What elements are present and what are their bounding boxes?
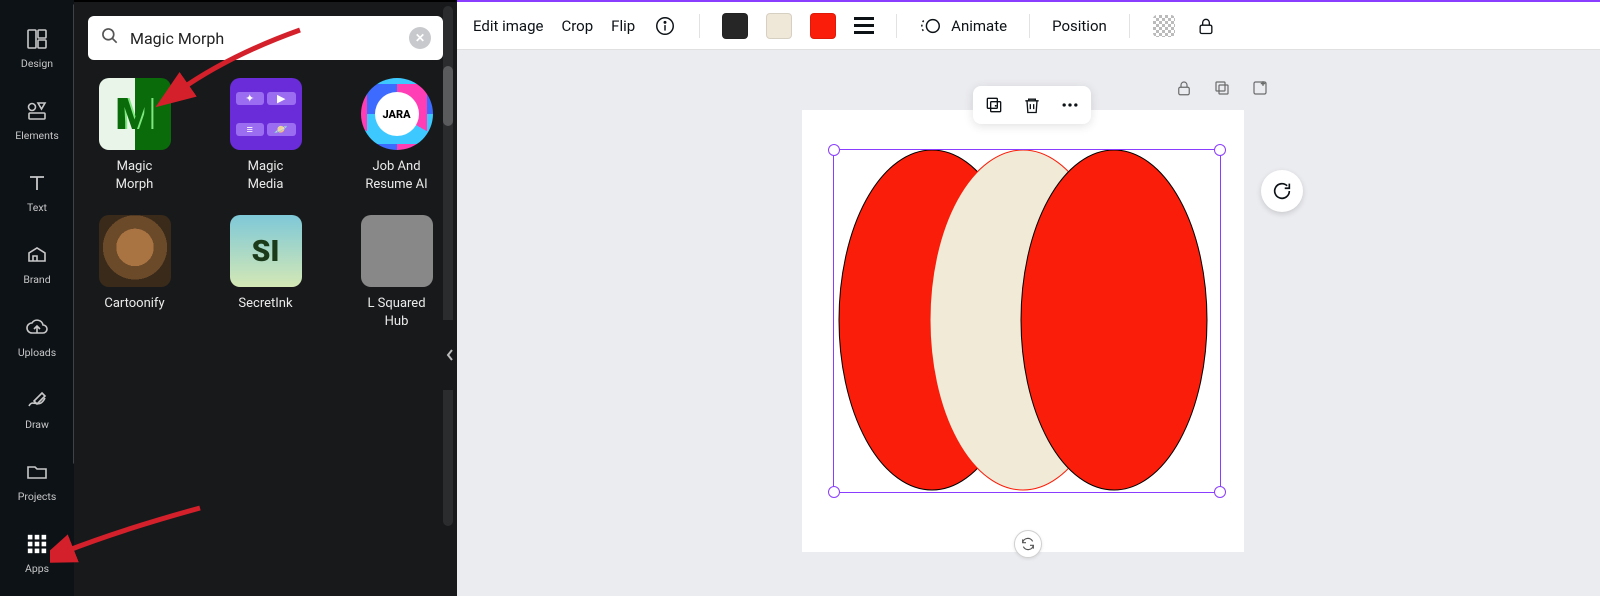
- app-thumb-si-icon: [230, 215, 302, 287]
- app-cartoonify[interactable]: Cartoonify: [88, 215, 181, 330]
- rail-label: Uploads: [18, 346, 56, 359]
- rail-label: Design: [21, 57, 53, 70]
- transparency-icon[interactable]: [1152, 14, 1176, 38]
- panel-scrollbar[interactable]: [443, 6, 453, 526]
- apps-grid: Magic Morph ✦▶≡🪐 Magic Media Job And Res…: [88, 78, 443, 330]
- rail-design[interactable]: Design: [0, 12, 74, 84]
- lock-icon[interactable]: [1194, 14, 1218, 38]
- color-swatch-dark[interactable]: [722, 13, 748, 39]
- cloud-upload-icon: [25, 316, 49, 340]
- app-label: L Squared Hub: [367, 295, 425, 330]
- app-magic-morph[interactable]: Magic Morph: [88, 78, 181, 193]
- rail-label: Draw: [25, 418, 49, 431]
- brand-icon: [25, 243, 49, 267]
- page-cycle-button[interactable]: [1014, 530, 1042, 558]
- resize-handle-br[interactable]: [1214, 486, 1226, 498]
- apps-grid-icon: [25, 532, 49, 556]
- app-label: SecretInk: [238, 295, 292, 313]
- animate-label: Animate: [951, 17, 1007, 35]
- app-magic-media[interactable]: ✦▶≡🪐 Magic Media: [219, 78, 312, 193]
- rail-label: Projects: [18, 490, 57, 503]
- info-icon[interactable]: [653, 14, 677, 38]
- app-thumb-media-icon: ✦▶≡🪐: [230, 78, 302, 150]
- flip-button[interactable]: Flip: [611, 17, 635, 35]
- rail-uploads[interactable]: Uploads: [0, 301, 74, 373]
- search-wrap: ✕: [88, 16, 443, 60]
- resize-handle-bl[interactable]: [828, 486, 840, 498]
- color-swatch-red[interactable]: [810, 13, 836, 39]
- animate-button[interactable]: Animate: [919, 14, 1007, 38]
- apps-panel: ✕ Magic Morph ✦▶≡🪐 Magic Media Job And R…: [74, 0, 457, 596]
- rail-draw[interactable]: Draw: [0, 373, 74, 445]
- context-toolbar: Edit image Crop Flip Animate Position: [457, 2, 1600, 50]
- app-thumb-lion-icon: [99, 215, 171, 287]
- app-label: Magic Media: [248, 158, 284, 193]
- delete-icon[interactable]: [1021, 94, 1043, 116]
- search-icon: [100, 26, 120, 50]
- rail-projects[interactable]: Projects: [0, 446, 74, 518]
- canvas-area[interactable]: [457, 50, 1600, 596]
- resize-handle-tr[interactable]: [1214, 144, 1226, 156]
- rail-elements[interactable]: Elements: [0, 84, 74, 156]
- text-icon: [25, 171, 49, 195]
- left-nav-rail: Design Elements Text Brand Uploads Draw: [0, 0, 74, 596]
- app-job-resume-ai[interactable]: Job And Resume AI: [350, 78, 443, 193]
- shapes-icon: [25, 99, 49, 123]
- rail-brand[interactable]: Brand: [0, 229, 74, 301]
- resize-handle-tl[interactable]: [828, 144, 840, 156]
- app-label: Cartoonify: [104, 295, 164, 313]
- app-label: Magic Morph: [116, 158, 154, 193]
- border-style-button[interactable]: [854, 17, 874, 34]
- app-thumb-jara-icon: [361, 78, 433, 150]
- edit-image-button[interactable]: Edit image: [473, 17, 543, 35]
- add-page-icon[interactable]: [1250, 78, 1270, 98]
- regenerate-button[interactable]: [1261, 170, 1303, 212]
- position-button[interactable]: Position: [1052, 17, 1107, 35]
- rail-label: Elements: [15, 129, 59, 142]
- color-swatch-cream[interactable]: [766, 13, 792, 39]
- lock-page-icon[interactable]: [1174, 78, 1194, 98]
- app-l-squared-hub[interactable]: L Squared Hub: [350, 215, 443, 330]
- page-controls: [1174, 78, 1270, 98]
- more-icon[interactable]: [1059, 94, 1081, 116]
- rail-label: Brand: [23, 273, 50, 286]
- clear-search-icon[interactable]: ✕: [409, 27, 431, 49]
- app-label: Job And Resume AI: [365, 158, 427, 193]
- app-thumb-morph-icon: [99, 78, 171, 150]
- template-icon: [25, 27, 49, 51]
- duplicate-icon[interactable]: [983, 94, 1005, 116]
- draw-icon: [25, 388, 49, 412]
- rail-label: Text: [27, 201, 47, 214]
- app-thumb-lsq-icon: [361, 215, 433, 287]
- folder-icon: [25, 460, 49, 484]
- duplicate-page-icon[interactable]: [1212, 78, 1232, 98]
- search-input[interactable]: [130, 29, 399, 48]
- selection-box[interactable]: [834, 150, 1220, 492]
- app-secretink[interactable]: SecretInk: [219, 215, 312, 330]
- crop-button[interactable]: Crop: [561, 17, 593, 35]
- rail-label: Apps: [25, 562, 49, 575]
- selection-toolbar: [973, 86, 1091, 124]
- rail-text[interactable]: Text: [0, 157, 74, 229]
- animate-icon: [919, 14, 943, 38]
- rail-apps[interactable]: Apps: [0, 518, 74, 590]
